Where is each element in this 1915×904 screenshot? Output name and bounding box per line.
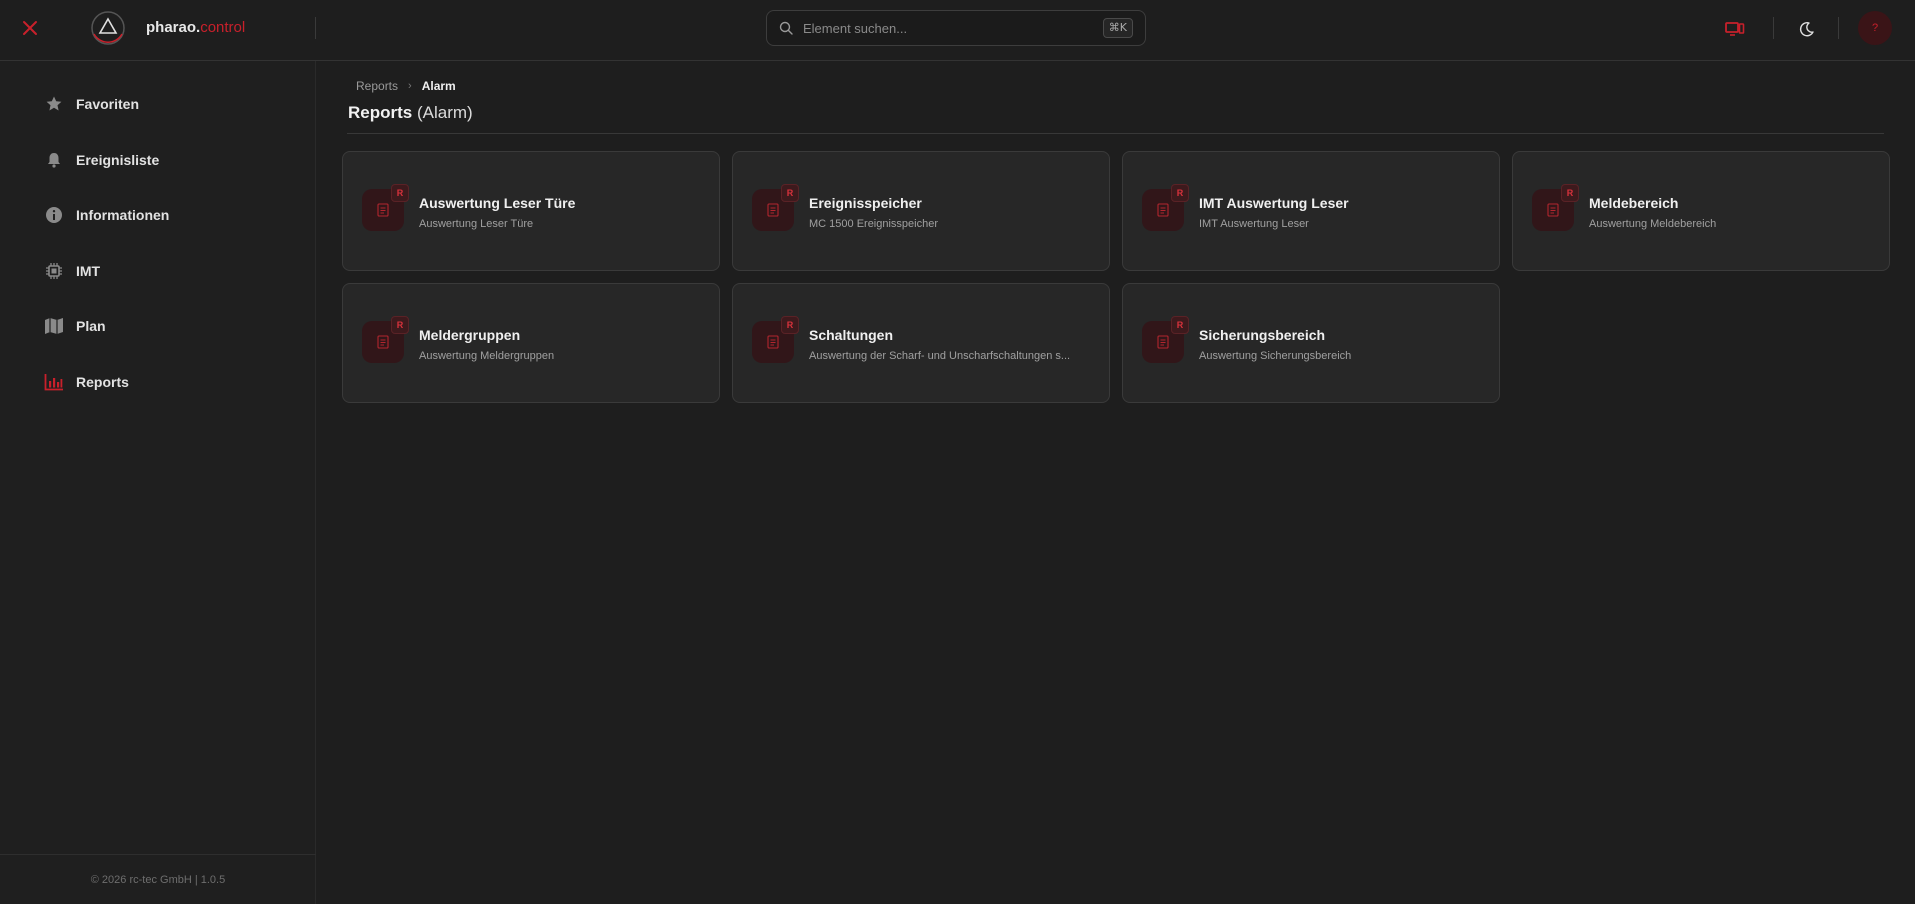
document-icon (377, 335, 389, 349)
card-subtitle: Auswertung Leser Türe (419, 218, 534, 230)
sidebar-item-label: IMT (76, 263, 101, 279)
logo[interactable] (90, 10, 126, 46)
card-subtitle: MC 1500 Ereignisspeicher (809, 218, 939, 230)
card-title: Ereignisspeicher (809, 195, 922, 211)
card-subtitle: Auswertung Sicherungsbereich (1199, 350, 1352, 362)
chevron-right-icon: › (408, 80, 412, 92)
card-title: Meldebereich (1589, 195, 1679, 211)
card-title: Schaltungen (809, 327, 894, 343)
report-card-schaltungen[interactable]: R Schaltungen Auswertung der Scharf- und… (732, 283, 1110, 403)
sidebar-item-favoriten[interactable]: Favoriten (44, 89, 139, 119)
monitor-button[interactable] (1722, 16, 1748, 42)
page-title-sub: (Alarm) (416, 103, 473, 122)
card-subtitle: Auswertung Meldebereich (1589, 218, 1717, 230)
sidebar-footer: © 2026 rc-tec GmbH | 1.0.5 (0, 854, 316, 904)
document-icon (1157, 335, 1169, 349)
sidebar-item-label: Ereignisliste (76, 152, 160, 168)
chip-icon (44, 261, 64, 281)
report-type-badge: R (781, 316, 799, 334)
report-type-badge: R (391, 316, 409, 334)
search-shortcut: ⌘K (1102, 18, 1133, 38)
document-icon (1547, 203, 1559, 217)
report-card-meldebereich[interactable]: R Meldebereich Auswertung Meldebereich (1512, 151, 1890, 271)
close-icon (23, 21, 37, 35)
sidebar-item-plan[interactable]: Plan (44, 311, 106, 341)
card-subtitle: Auswertung der Scharf- und Unscharfschal… (809, 350, 1071, 362)
report-card-auswertung-leser-tuere[interactable]: R Auswertung Leser Türe Auswertung Leser… (342, 151, 720, 271)
report-card-sicherungsbereich[interactable]: R Sicherungsbereich Auswertung Sicherung… (1122, 283, 1500, 403)
sidebar-item-label: Reports (76, 374, 129, 390)
report-type-badge: R (1171, 184, 1189, 202)
document-icon (767, 203, 779, 217)
divider (1773, 17, 1774, 39)
sidebar-item-imt[interactable]: IMT (44, 256, 100, 286)
sidebar-item-reports[interactable]: Reports (44, 367, 129, 397)
report-type-badge: R (1171, 316, 1189, 334)
breadcrumb: Reports › Alarm (356, 79, 456, 93)
search-icon (779, 21, 793, 35)
theme-toggle-button[interactable] (1794, 16, 1820, 42)
sidebar-item-label: Favoriten (76, 96, 140, 112)
sidebar-item-label: Plan (76, 318, 106, 334)
search-box[interactable]: ⌘K (766, 10, 1146, 46)
divider (1838, 17, 1839, 39)
title-divider (347, 133, 1884, 134)
map-icon (44, 316, 64, 336)
brand-name: pharao.control (146, 19, 245, 36)
sidebar-item-label: Informationen (76, 207, 170, 223)
card-title: Auswertung Leser Türe (419, 195, 576, 211)
report-type-badge: R (781, 184, 799, 202)
sidebar-item-informationen[interactable]: Informationen (44, 200, 169, 230)
brand-name-main: pharao. (146, 19, 201, 36)
bar-chart-icon (44, 372, 64, 392)
bell-icon (44, 150, 64, 170)
document-icon (1157, 203, 1169, 217)
card-title: Sicherungsbereich (1199, 327, 1326, 343)
search-input[interactable] (803, 20, 1083, 36)
moon-icon (1799, 22, 1814, 37)
logo-triangle-icon (91, 11, 125, 45)
card-title: IMT Auswertung Leser (1199, 195, 1349, 211)
sidebar: Favoriten Ereignisliste Informationen IM… (0, 61, 316, 904)
breadcrumb-item-current: Alarm (421, 79, 456, 93)
brand-name-accent: control (200, 19, 246, 36)
breadcrumb-item-reports[interactable]: Reports (356, 79, 398, 93)
help-avatar[interactable]: ? (1858, 11, 1892, 45)
card-subtitle: IMT Auswertung Leser (1199, 218, 1309, 230)
page-title: Reports (Alarm) (348, 103, 473, 123)
report-card-imt-auswertung-leser[interactable]: R IMT Auswertung Leser IMT Auswertung Le… (1122, 151, 1500, 271)
sidebar-item-ereignisliste[interactable]: Ereignisliste (44, 145, 159, 175)
document-icon (377, 203, 389, 217)
report-card-meldergruppen[interactable]: R Meldergruppen Auswertung Meldergruppen (342, 283, 720, 403)
card-subtitle: Auswertung Meldergruppen (419, 350, 555, 362)
star-icon (44, 94, 64, 114)
divider (315, 17, 316, 39)
monitor-icon (1725, 22, 1745, 36)
document-icon (767, 335, 779, 349)
report-type-badge: R (1561, 184, 1579, 202)
close-button[interactable] (18, 16, 42, 40)
card-title: Meldergruppen (419, 327, 521, 343)
page-title-main: Reports (348, 103, 413, 122)
info-icon (44, 205, 64, 225)
report-card-ereignisspeicher[interactable]: R Ereignisspeicher MC 1500 Ereignisspeic… (732, 151, 1110, 271)
top-bar: pharao.control ⌘K ? (0, 0, 1915, 61)
report-type-badge: R (391, 184, 409, 202)
